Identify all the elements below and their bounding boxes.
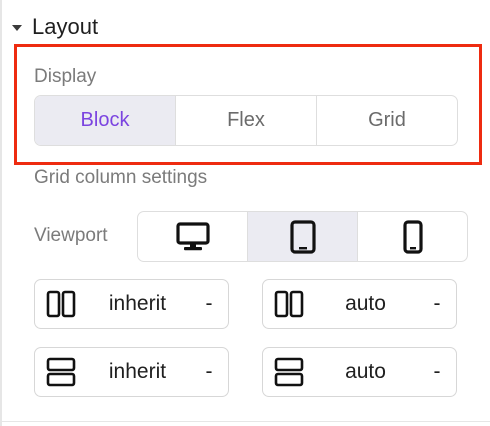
layout-section-header[interactable]: Layout [12,12,98,42]
field-value: auto [345,360,386,383]
grid-row-field-1[interactable]: inherit - [34,347,229,397]
desktop-icon [175,221,210,250]
panel-left-border [0,0,2,426]
viewport-mobile[interactable] [357,212,467,261]
display-segmented-control: Block Flex Grid [34,95,458,146]
section-title: Layout [32,14,99,39]
rows-icon [41,357,81,387]
display-label: Display [34,66,97,87]
field-unit[interactable]: - [422,292,452,316]
viewport-label: Viewport [34,225,108,246]
grid-column-field-1[interactable]: inherit - [34,279,229,329]
field-unit[interactable]: - [194,360,224,384]
field-value: auto [345,292,386,315]
grid-column-field-2[interactable]: auto - [262,279,457,329]
rows-icon [269,357,309,387]
display-option-block[interactable]: Block [35,96,175,145]
viewport-desktop[interactable] [138,212,247,261]
caret-down-icon [12,25,22,31]
mobile-icon [402,219,423,254]
panel-bottom-border [0,421,490,422]
field-value: inherit [108,292,167,315]
field-unit[interactable]: - [194,292,224,316]
viewport-tablet[interactable] [247,212,357,261]
grid-settings-title: Grid column settings [34,167,208,188]
viewport-segmented-control [137,211,468,262]
columns-icon [269,290,309,318]
columns-icon [41,290,81,318]
field-value: inherit [108,360,167,383]
grid-row-field-2[interactable]: auto - [262,347,457,397]
field-unit[interactable]: - [422,360,452,384]
display-option-grid[interactable]: Grid [316,96,457,145]
display-option-flex[interactable]: Flex [175,96,316,145]
tablet-icon [289,219,316,254]
